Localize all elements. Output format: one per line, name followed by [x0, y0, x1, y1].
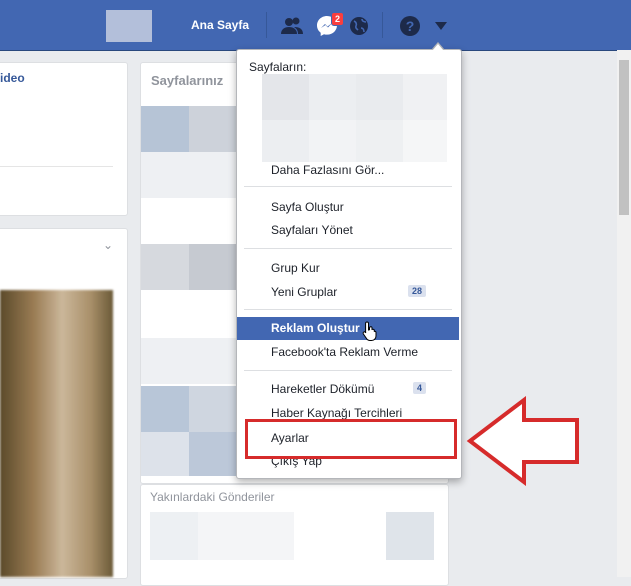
video-card: [0, 62, 128, 216]
menu-divider: [244, 248, 452, 249]
blurred-thumbnail: [386, 512, 434, 560]
advertise-item[interactable]: Facebook'ta Reklam Verme: [271, 345, 418, 359]
blurred-page-thumbnail[interactable]: [403, 74, 447, 120]
menu-divider: [244, 186, 452, 187]
new-groups-item[interactable]: Yeni Gruplar: [271, 285, 337, 299]
blurred-thumbnail: [189, 106, 237, 152]
blurred-thumbnail: [141, 152, 237, 198]
scrollbar-thumb[interactable]: [619, 60, 629, 215]
home-link[interactable]: Ana Sayfa: [191, 18, 249, 32]
divider: [266, 12, 267, 38]
menu-divider: [244, 309, 452, 310]
blurred-thumbnail: [141, 244, 189, 290]
blurred-thumbnail: [189, 386, 237, 432]
create-page-item[interactable]: Sayfa Oluştur: [271, 200, 344, 214]
pages-header: Sayfaların:: [249, 60, 307, 74]
manage-pages-item[interactable]: Sayfaları Yönet: [271, 223, 353, 237]
blurred-thumbnail: [141, 106, 189, 152]
messages-badge: 2: [331, 12, 345, 26]
annotation-arrow-icon: [466, 396, 579, 486]
blurred-thumbnail: [189, 244, 237, 290]
divider: [382, 12, 383, 38]
blurred-thumbnail: [189, 432, 237, 476]
blurred-page-thumbnail[interactable]: [309, 120, 356, 162]
create-group-item[interactable]: Grup Kur: [271, 261, 320, 275]
news-feed-preferences-item[interactable]: Haber Kaynağı Tercihleri: [271, 406, 402, 420]
nearby-posts-title: Yakınlardaki Gönderiler: [150, 490, 275, 504]
blurred-thumbnail: [141, 386, 189, 432]
annotation-highlight-box: [245, 419, 457, 459]
menu-divider: [244, 370, 452, 371]
help-icon[interactable]: ?: [398, 14, 422, 38]
chevron-down-icon[interactable]: ⌄: [103, 238, 113, 252]
blurred-page-thumbnail[interactable]: [262, 120, 309, 162]
dropdown-arrow-icon[interactable]: [434, 20, 448, 32]
post-photo[interactable]: [0, 290, 113, 577]
menu-caret: [432, 44, 444, 51]
see-more-link[interactable]: Daha Fazlasını Gör...: [271, 163, 384, 177]
cursor-hand-icon: [362, 321, 377, 341]
svg-text:?: ?: [406, 18, 415, 34]
globe-icon[interactable]: [347, 14, 371, 38]
friends-icon[interactable]: [280, 14, 304, 38]
divider: [0, 166, 113, 167]
blurred-page-thumbnail[interactable]: [356, 120, 403, 162]
blurred-thumbnail: [141, 338, 237, 384]
pages-card-title: Sayfalarınız: [151, 73, 224, 88]
activity-log-count: 4: [413, 382, 427, 394]
blurred-page-thumbnail[interactable]: [262, 74, 309, 120]
blurred-page-thumbnail[interactable]: [309, 74, 356, 120]
blurred-thumbnail: [141, 432, 189, 476]
activity-log-item[interactable]: Hareketler Dökümü: [271, 382, 374, 396]
blurred-page-thumbnail[interactable]: [356, 74, 403, 120]
blurred-thumbnail: [150, 512, 198, 560]
new-groups-count: 28: [408, 285, 427, 297]
blurred-page-thumbnail[interactable]: [403, 120, 447, 162]
profile-avatar[interactable]: [106, 10, 152, 42]
create-ad-item[interactable]: Reklam Oluştur: [271, 321, 360, 335]
blurred-thumbnail: [198, 512, 294, 560]
video-card-title[interactable]: ideo: [0, 71, 25, 85]
